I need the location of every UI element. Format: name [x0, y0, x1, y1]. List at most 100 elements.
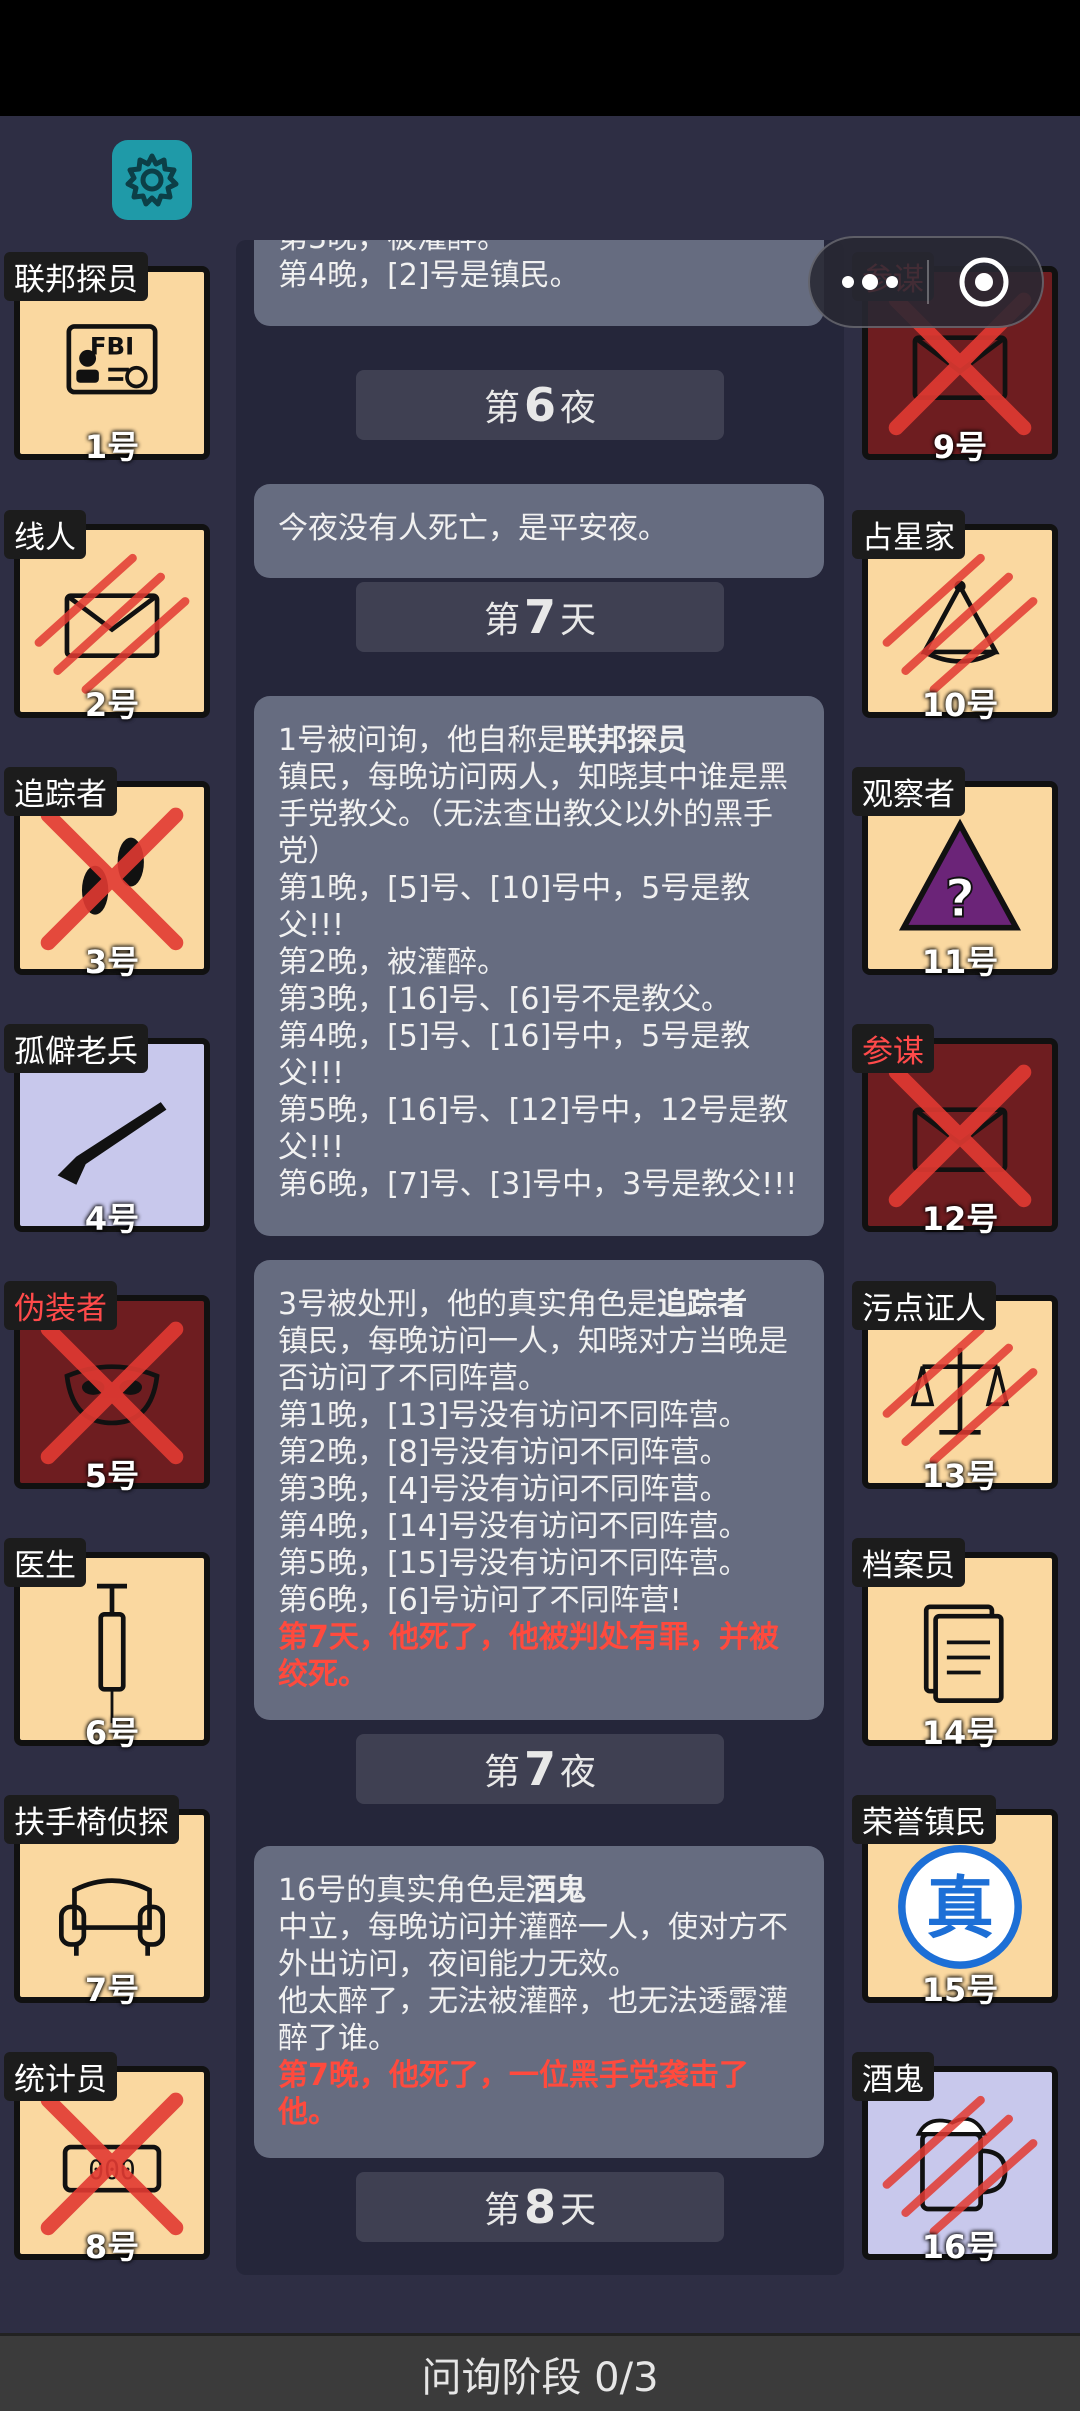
- event-bubble: 3号被处刑，他的真实角色是追踪者 镇民，每晚访问一人，知晓对方当晚是否访问了不同…: [254, 1260, 824, 1720]
- player-card-8[interactable]: 000统计员8号: [4, 2052, 214, 2266]
- capsule-divider: [926, 260, 929, 304]
- svg-text:?: ?: [945, 868, 975, 929]
- player-card-13[interactable]: 污点证人 13号: [852, 1281, 1062, 1495]
- phase-prefix: 第: [483, 1752, 520, 1793]
- phase-suffix: 夜: [560, 1752, 597, 1793]
- event-line: 镇民，每晚访问一人，知晓对方当晚是否访问了不同阵营。: [278, 1324, 788, 1396]
- mini-program-capsule: [808, 236, 1044, 328]
- gear-icon: [125, 153, 179, 207]
- event-line: 第5晚，[15]号没有访问不同阵营。: [278, 1546, 749, 1581]
- phase-suffix: 夜: [560, 388, 597, 429]
- role-name-tag: 档案员: [852, 1538, 965, 1587]
- event-bubble: 16号的真实角色是酒鬼 中立，每晚访问并灌醉一人，使对方不外出访问，夜间能力无效…: [254, 1846, 824, 2158]
- phase-status-text: 问询阶段 0/3: [421, 2354, 659, 2401]
- phase-number: 7: [523, 1742, 556, 1796]
- player-number: 3号: [84, 943, 140, 981]
- event-log-panel[interactable]: 第3晚，被灌醉。 第4晚，[2]号是镇民。 第6夜 今夜没有人死亡，是平安夜。 …: [236, 240, 844, 2275]
- event-intro: 1号被问询，他自称是: [278, 723, 568, 758]
- player-number: 6号: [84, 1714, 140, 1752]
- phase-header-night-7: 第7夜: [356, 1734, 724, 1804]
- player-card-12[interactable]: 参谋 12号: [852, 1024, 1062, 1238]
- player-number: 12号: [921, 1200, 999, 1238]
- phase-header-day-7: 第7天: [356, 582, 724, 652]
- event-line: 镇民，每晚访问两人，知晓其中谁是黑手党教父。（无法查出教父以外的黑手党）: [278, 760, 788, 869]
- phase-number: 7: [523, 590, 556, 644]
- player-card-1[interactable]: FBI 联邦探员 1号: [4, 252, 214, 466]
- more-dots-icon[interactable]: [840, 272, 900, 292]
- role-name-tag: 扶手椅侦探: [4, 1795, 179, 1844]
- player-number: 10号: [921, 686, 999, 724]
- event-bubble: 今夜没有人死亡，是平安夜。: [254, 484, 824, 578]
- event-role: 联邦探员: [567, 723, 688, 758]
- player-card-14[interactable]: 档案员 14号: [852, 1538, 1062, 1752]
- phase-header-day-8: 第8天: [356, 2172, 724, 2242]
- player-number: 7号: [84, 1971, 140, 2009]
- event-line: 第1晚，[5]号、[10]号中，5号是教父!!!: [278, 871, 751, 943]
- role-name-tag: 酒鬼: [852, 2052, 934, 2101]
- phase-suffix: 天: [560, 600, 597, 641]
- target-close-icon[interactable]: [956, 254, 1012, 310]
- phase-header-night-6: 第6夜: [356, 370, 724, 440]
- player-card-3[interactable]: 追踪者 3号: [4, 767, 214, 981]
- player-number: 8号: [84, 2228, 140, 2266]
- player-card-6[interactable]: 医生 6号: [4, 1538, 214, 1752]
- phase-prefix: 第: [483, 600, 520, 641]
- player-number: 4号: [84, 1200, 140, 1238]
- player-card-16[interactable]: 酒鬼 16号: [852, 2052, 1062, 2266]
- status-bar: [0, 0, 1080, 116]
- event-death-line: 第7晚，他死了，一位黑手党袭击了他。: [278, 2058, 749, 2130]
- player-card-4[interactable]: 孤僻老兵 4号: [4, 1024, 214, 1238]
- event-line: 第2晚，被灌醉。: [278, 945, 508, 980]
- player-number: 15号: [921, 1971, 999, 2009]
- player-number: 14号: [921, 1714, 999, 1752]
- event-line: 16号的真实角色是酒鬼: [278, 1872, 800, 1909]
- settings-button[interactable]: [112, 140, 192, 220]
- event-bubble: 1号被问询，他自称是联邦探员 镇民，每晚访问两人，知晓其中谁是黑手党教父。（无法…: [254, 696, 824, 1236]
- event-line: 第5晚，[16]号、[12]号中，12号是教父!!!: [278, 1093, 789, 1165]
- event-line: 第3晚，被灌醉。: [278, 240, 800, 257]
- role-name-tag: 伪装者: [4, 1281, 117, 1330]
- role-name-tag: 污点证人: [852, 1281, 996, 1330]
- player-number: 1号: [84, 428, 140, 466]
- player-number: 5号: [84, 1457, 140, 1495]
- role-name-tag: 参谋: [852, 1024, 934, 1073]
- event-intro: 3号被处刑，他的真实角色是: [278, 1287, 658, 1322]
- player-card-15[interactable]: 真 荣誉镇民 15号: [852, 1795, 1062, 2009]
- player-card-5[interactable]: 伪装者 5号: [4, 1281, 214, 1495]
- event-line: 中立，每晚访问并灌醉一人，使对方不外出访问，夜间能力无效。: [278, 1910, 788, 1982]
- event-line: 第1晚，[13]号没有访问不同阵营。: [278, 1398, 749, 1433]
- event-line: 第3晚，[16]号、[6]号不是教父。: [278, 982, 732, 1017]
- role-name-tag: 联邦探员: [4, 252, 148, 301]
- event-line: 第4晚，[2]号是镇民。: [278, 258, 580, 293]
- role-name-tag: 医生: [4, 1538, 86, 1587]
- event-line: 第3晚，[4]号没有访问不同阵营。: [278, 1472, 730, 1507]
- role-name-tag: 占星家: [852, 510, 965, 559]
- player-number: 13号: [921, 1457, 999, 1495]
- player-number: 2号: [84, 686, 140, 724]
- svg-text:FBI: FBI: [90, 332, 134, 361]
- svg-text:真: 真: [926, 1868, 994, 1947]
- event-role: 追踪者: [657, 1287, 748, 1322]
- role-name-tag: 荣誉镇民: [852, 1795, 996, 1844]
- phase-prefix: 第: [483, 2190, 520, 2231]
- player-card-10[interactable]: 占星家 10号: [852, 510, 1062, 724]
- event-line: 1号被问询，他自称是联邦探员: [278, 722, 800, 759]
- event-line: 第4晚，[5]号、[16]号中，5号是教父!!!: [278, 1019, 751, 1091]
- player-card-2[interactable]: 线人 2号: [4, 510, 214, 724]
- event-line: 他太醉了，无法被灌醉，也无法透露灌醉了谁。: [278, 1984, 788, 2056]
- role-name-tag: 孤僻老兵: [4, 1024, 148, 1073]
- phase-prefix: 第: [483, 388, 520, 429]
- event-death-line: 第7天，他死了，他被判处有罪，并被绞死。: [278, 1620, 779, 1692]
- event-line: 第6晚，[6]号访问了不同阵营!: [278, 1583, 682, 1618]
- player-card-11[interactable]: ? 观察者 11号: [852, 767, 1062, 981]
- phase-number: 8: [523, 2180, 556, 2234]
- event-line: 第4晚，[14]号没有访问不同阵营。: [278, 1509, 749, 1544]
- phase-suffix: 天: [560, 2190, 597, 2231]
- event-bubble: 第3晚，被灌醉。 第4晚，[2]号是镇民。: [254, 240, 824, 326]
- role-name-tag: 追踪者: [4, 767, 117, 816]
- event-line: 今夜没有人死亡，是平安夜。: [278, 511, 668, 546]
- event-intro: 16号的真实角色是: [278, 1873, 527, 1908]
- player-number: 16号: [921, 2228, 999, 2266]
- phase-number: 6: [523, 378, 556, 432]
- player-card-7[interactable]: 扶手椅侦探 7号: [4, 1795, 214, 2009]
